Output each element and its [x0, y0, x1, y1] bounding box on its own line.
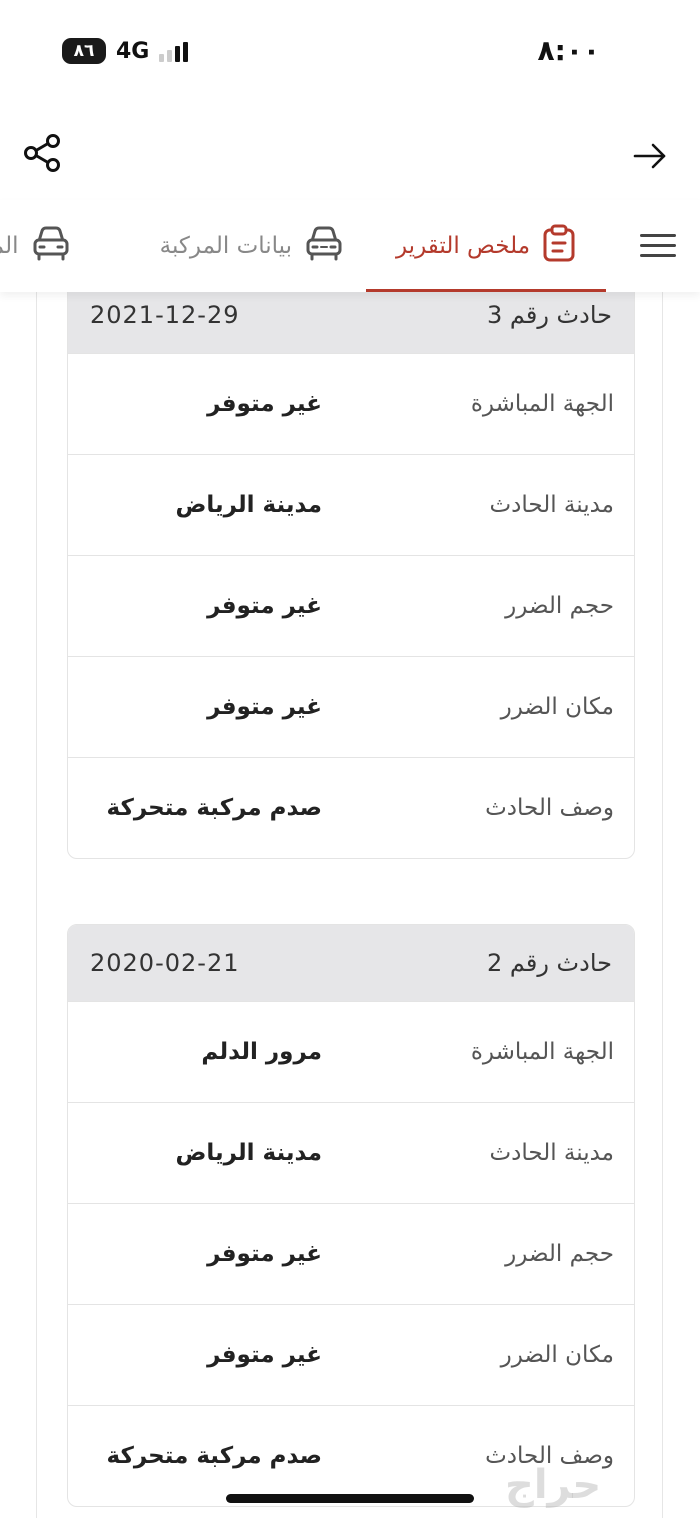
accident-card: حادث رقم 2 2020-02-21 الجهة المباشرة مرو…: [67, 924, 635, 1507]
arrow-right-icon[interactable]: [632, 138, 668, 174]
share-icon[interactable]: [22, 132, 64, 174]
detail-row: حجم الضرر غير متوفر: [68, 1203, 634, 1304]
detail-label: مدينة الحادث: [489, 492, 614, 518]
detail-label: وصف الحادث: [485, 795, 614, 821]
battery-icon: ٨٦: [62, 38, 106, 64]
detail-label: مدينة الحادث: [489, 1140, 614, 1166]
detail-row: مكان الضرر غير متوفر: [68, 656, 634, 757]
detail-row: مدينة الحادث مدينة الرياض: [68, 1102, 634, 1203]
clock: ٨:٠٠: [537, 34, 600, 67]
car-icon: [304, 225, 344, 267]
detail-value: غير متوفر: [207, 593, 322, 619]
accident-card-header: حادث رقم 3 2021-12-29: [68, 292, 634, 353]
detail-row: وصف الحادث صدم مركبة متحركة: [68, 757, 634, 858]
detail-label: حجم الضرر: [505, 1241, 614, 1267]
detail-value: مرور الدلم: [201, 1039, 322, 1065]
detail-value: غير متوفر: [207, 1241, 322, 1267]
detail-label: الجهة المباشرة: [470, 1039, 614, 1065]
detail-row: مكان الضرر غير متوفر: [68, 1304, 634, 1405]
menu-icon[interactable]: [640, 234, 676, 260]
tab-vehicle-data[interactable]: بيانات المركبة: [160, 200, 344, 292]
detail-value: مدينة الرياض: [175, 1140, 322, 1166]
tab-report-summary[interactable]: ملخص التقرير: [366, 200, 606, 292]
accidents-list: حادث رقم 3 2021-12-29 الجهة المباشرة غير…: [0, 292, 700, 1518]
detail-label: مكان الضرر: [500, 694, 614, 720]
tab-label: ملخص التقرير: [395, 233, 531, 259]
detail-value: غير متوفر: [207, 1342, 322, 1368]
app-header: [0, 110, 700, 200]
detail-row: حجم الضرر غير متوفر: [68, 555, 634, 656]
active-tab-indicator: [366, 289, 606, 292]
detail-row: مدينة الحادث مدينة الرياض: [68, 454, 634, 555]
status-bar: ٨٦ 4G ٨:٠٠: [0, 0, 700, 100]
watermark: حراج: [505, 1462, 602, 1508]
network-label: 4G: [116, 38, 150, 64]
detail-label: مكان الضرر: [500, 1342, 614, 1368]
detail-value: صدم مركبة متحركة: [106, 1443, 322, 1469]
detail-value: مدينة الرياض: [175, 492, 322, 518]
accident-card: حادث رقم 3 2021-12-29 الجهة المباشرة غير…: [67, 292, 635, 859]
accident-date: 2021-12-29: [90, 301, 240, 329]
status-indicators: ٨٦ 4G: [62, 36, 189, 66]
divider: [36, 292, 37, 1518]
tab-label: بيانات المركبة: [159, 233, 292, 259]
detail-value: غير متوفر: [207, 694, 322, 720]
detail-label: الجهة المباشرة: [470, 391, 614, 417]
tab-more[interactable]: المو: [0, 200, 71, 292]
accident-card-header: حادث رقم 2 2020-02-21: [68, 925, 634, 1001]
home-indicator[interactable]: [226, 1494, 474, 1503]
tab-bar: ملخص التقرير بيانات المركبة ال: [0, 200, 700, 292]
detail-value: غير متوفر: [207, 391, 322, 417]
detail-row: الجهة المباشرة مرور الدلم: [68, 1001, 634, 1102]
detail-label: حجم الضرر: [505, 593, 614, 619]
car-icon: [31, 225, 71, 267]
detail-value: صدم مركبة متحركة: [106, 795, 322, 821]
accident-date: 2020-02-21: [90, 949, 240, 977]
detail-row: الجهة المباشرة غير متوفر: [68, 353, 634, 454]
tab-label: المو: [0, 233, 19, 259]
clipboard-icon: [542, 224, 576, 268]
accident-title: حادث رقم 2: [486, 949, 612, 977]
accident-title: حادث رقم 3: [486, 301, 612, 329]
signal-icon: [159, 40, 189, 62]
divider: [662, 292, 663, 1518]
